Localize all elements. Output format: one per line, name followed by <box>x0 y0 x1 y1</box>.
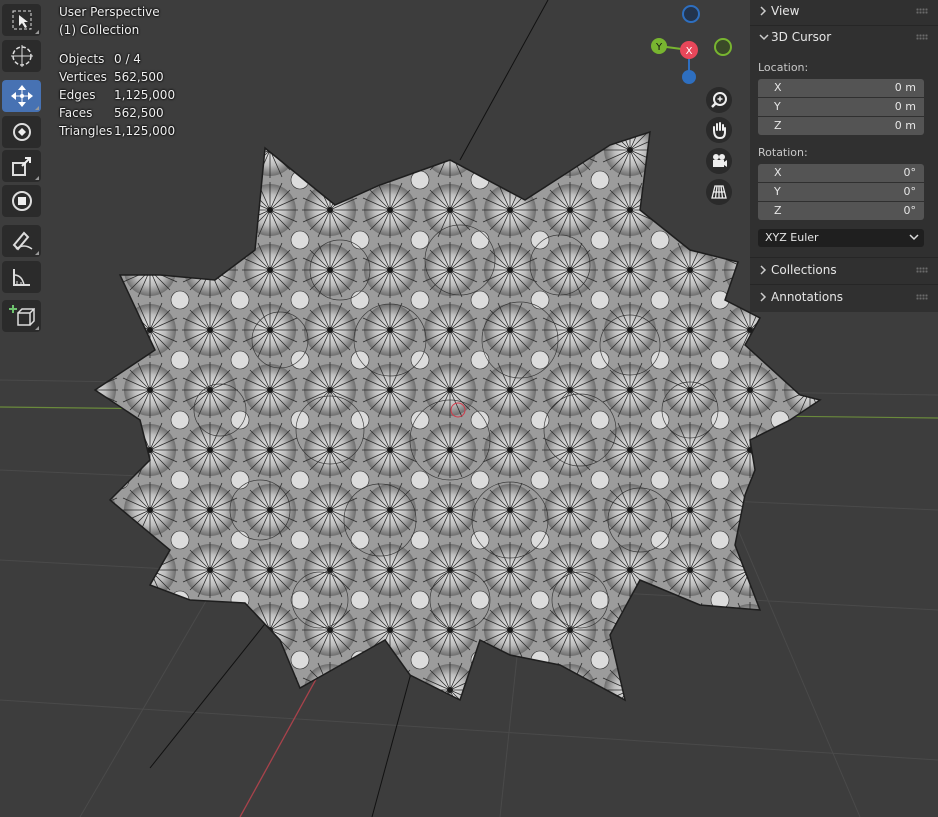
axis-label: Y <box>774 185 781 198</box>
transform-icon <box>11 191 32 211</box>
measure-tool[interactable] <box>2 261 41 293</box>
drag-grip-icon[interactable] <box>916 267 928 273</box>
gizmo-x-neg <box>714 38 732 56</box>
camera-icon <box>713 154 727 167</box>
ortho-grid-icon <box>711 185 727 199</box>
ortho-toggle-button[interactable] <box>706 179 732 205</box>
chevron-down-icon <box>909 234 919 241</box>
axis-label: Y <box>774 100 781 113</box>
rotation-z-field[interactable]: Z 0° <box>758 202 924 220</box>
stat-row: Faces 562,500 <box>59 106 164 120</box>
axis-label: Z <box>774 204 782 217</box>
rotation-label: Rotation: <box>758 146 808 159</box>
cursor-tool[interactable] <box>2 40 41 72</box>
field-value: 0° <box>903 166 917 179</box>
rotate-tool[interactable] <box>2 116 41 148</box>
stat-row: Objects 0 / 4 <box>59 52 141 66</box>
scale-tool[interactable] <box>2 150 41 182</box>
camera-view-button[interactable] <box>706 148 732 174</box>
add-cube-icon <box>8 305 35 326</box>
3d-viewport[interactable]: User Perspective (1) Collection Objects 0… <box>0 0 938 817</box>
pan-button[interactable] <box>706 117 732 143</box>
stat-label: Edges <box>59 88 96 102</box>
stat-label: Vertices <box>59 70 107 84</box>
annotate-tool[interactable] <box>2 225 41 257</box>
scale-icon <box>11 157 31 176</box>
camera-line <box>459 0 549 161</box>
chevron-right-icon <box>760 6 767 16</box>
chevron-right-icon <box>760 292 767 302</box>
gizmo-y-label: Y <box>655 42 663 53</box>
gizmo-z-axis <box>682 70 696 84</box>
stat-label: Objects <box>59 52 105 66</box>
stat-value: 0 / 4 <box>114 52 141 66</box>
drag-grip-icon[interactable] <box>916 34 928 40</box>
stat-value: 562,500 <box>114 70 164 84</box>
stat-value: 1,125,000 <box>114 88 176 102</box>
cursor-icon <box>10 45 33 67</box>
stat-row: Triangles 1,125,000 <box>59 124 175 138</box>
gizmo-z-neg <box>682 5 700 23</box>
select-box-icon <box>12 10 31 30</box>
navigation-gizmo[interactable]: Y X <box>640 0 740 92</box>
annotations-panel-header[interactable]: Annotations <box>750 286 938 310</box>
location-y-field[interactable]: Y 0 m <box>758 98 924 116</box>
stat-label: Triangles <box>59 124 113 138</box>
drag-grip-icon[interactable] <box>916 8 928 14</box>
move-tool[interactable] <box>2 80 41 112</box>
rotation-y-field[interactable]: Y 0° <box>758 183 924 201</box>
location-label: Location: <box>758 61 809 74</box>
collections-panel-header[interactable]: Collections <box>750 259 938 283</box>
move-icon <box>10 85 33 107</box>
collection-label: (1) Collection <box>59 23 140 37</box>
select-box-tool[interactable] <box>2 4 41 36</box>
field-value: 0 m <box>894 119 916 132</box>
drag-grip-icon[interactable] <box>916 294 928 300</box>
rotation-x-field[interactable]: X 0° <box>758 164 924 182</box>
field-value: 0° <box>903 204 917 217</box>
chevron-right-icon <box>760 265 767 275</box>
rotate-icon <box>12 123 31 141</box>
annotate-icon <box>12 231 32 251</box>
sidebar-panel: View 3D Cursor Location: X0 m Y0 m Z0 m … <box>750 0 938 312</box>
axis-label: X <box>774 166 782 179</box>
location-z-field[interactable]: Z 0 m <box>758 117 924 135</box>
stat-label: Faces <box>59 106 93 120</box>
view-name-label: User Perspective <box>59 5 160 19</box>
measure-icon <box>12 269 30 286</box>
axis-label: Z <box>774 119 782 132</box>
zoom-icon <box>711 92 727 108</box>
zoom-button[interactable] <box>706 87 732 113</box>
view-panel-header[interactable]: View <box>750 0 938 24</box>
cursor-panel-title: 3D Cursor <box>771 30 832 44</box>
field-value: 0 m <box>894 81 916 94</box>
axis-label: X <box>774 81 782 94</box>
chevron-down-icon <box>759 34 769 41</box>
pan-hand-icon <box>713 122 726 139</box>
view-panel-title: View <box>771 4 800 18</box>
rotation-mode-value: XYZ Euler <box>765 231 819 244</box>
annotations-panel-title: Annotations <box>771 290 844 304</box>
collections-panel-title: Collections <box>771 263 837 277</box>
field-value: 0 m <box>894 100 916 113</box>
rotation-mode-select[interactable]: XYZ Euler <box>758 229 924 247</box>
transform-tool[interactable] <box>2 185 41 217</box>
stat-value: 1,125,000 <box>114 124 176 138</box>
stat-value: 562,500 <box>114 106 164 120</box>
add-cube-tool[interactable] <box>2 300 41 332</box>
stat-row: Vertices 562,500 <box>59 70 164 84</box>
stat-row: Edges 1,125,000 <box>59 88 175 102</box>
fractal-star-mesh <box>93 130 822 702</box>
location-x-field[interactable]: X 0 m <box>758 79 924 97</box>
gizmo-x-label: X <box>686 46 693 57</box>
cursor-panel-header[interactable]: 3D Cursor <box>750 26 938 50</box>
field-value: 0° <box>903 185 917 198</box>
